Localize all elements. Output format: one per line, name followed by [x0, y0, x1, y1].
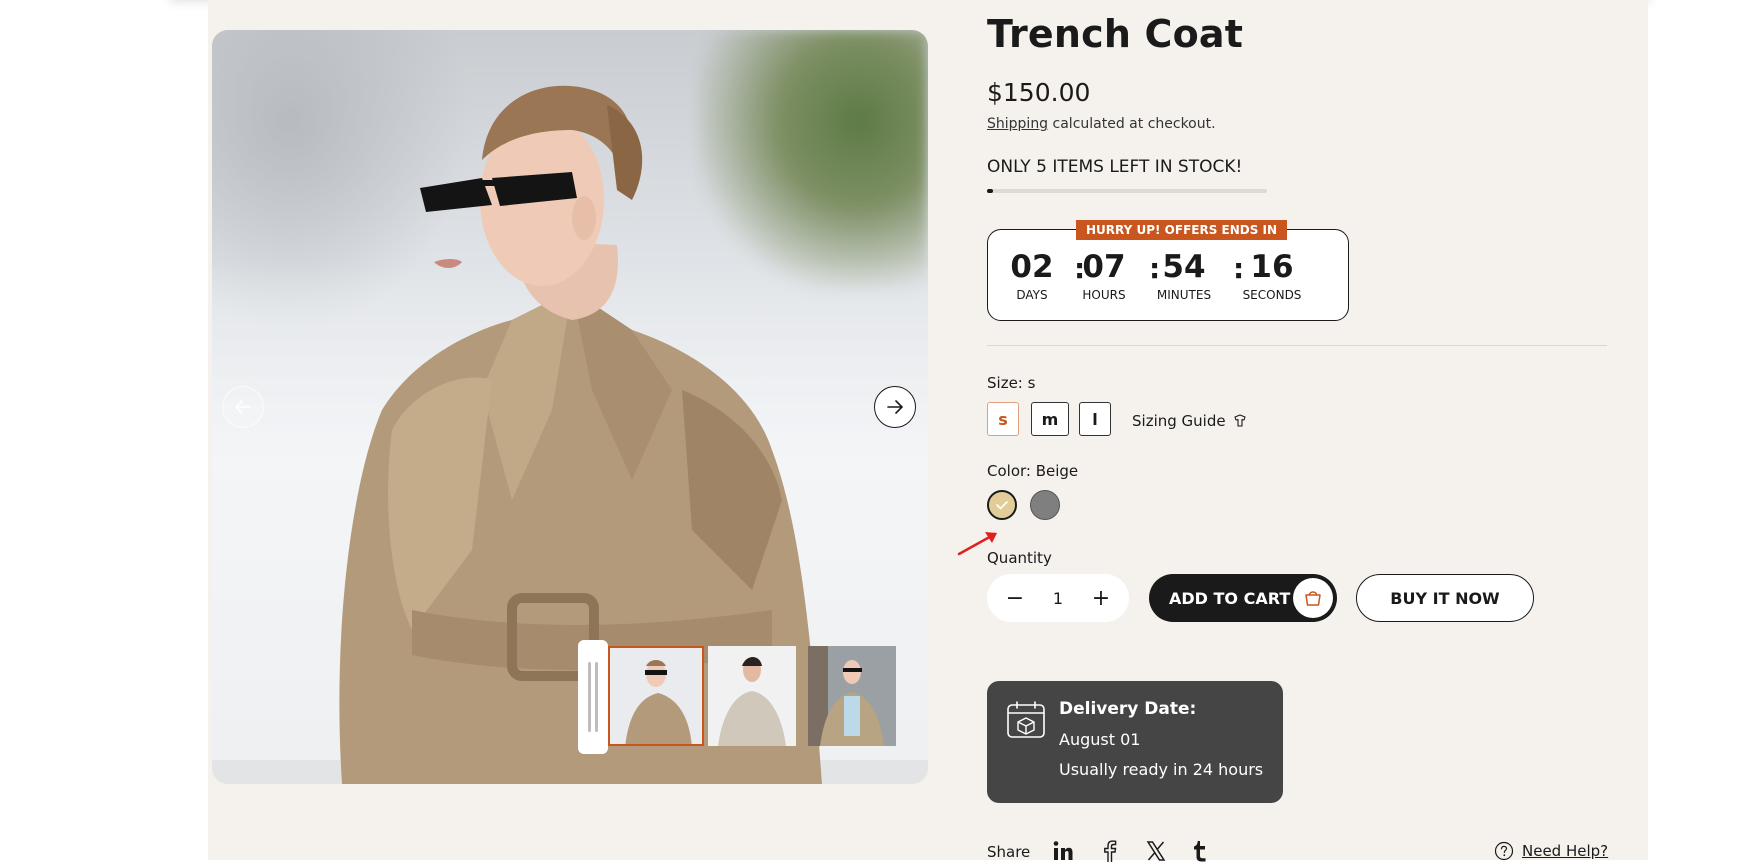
- shipping-link[interactable]: Shipping: [987, 116, 1048, 132]
- color-swatch-gray[interactable]: [1030, 490, 1060, 520]
- share-label: Share: [987, 843, 1031, 861]
- shipping-note: Shipping calculated at checkout.: [987, 116, 1216, 132]
- delivery-title: Delivery Date:: [1059, 699, 1197, 719]
- delivery-note: Usually ready in 24 hours: [1059, 760, 1264, 779]
- delivery-info-card: Delivery Date: August 01 Usually ready i…: [987, 681, 1283, 803]
- delivery-date: August 01: [1059, 730, 1141, 749]
- tumblr-icon[interactable]: [1189, 838, 1213, 864]
- check-icon: [996, 501, 1008, 510]
- hanger-icon: [1234, 414, 1246, 427]
- thumbnail-scroll-handle[interactable]: [578, 640, 608, 754]
- color-label: Color: Beige: [987, 462, 1079, 480]
- product-title: Trench Coat: [987, 12, 1244, 56]
- thumbnail-2[interactable]: [708, 646, 796, 746]
- shipping-note-text: calculated at checkout.: [1052, 116, 1216, 132]
- thumbnail-3[interactable]: [808, 646, 896, 746]
- need-help-link[interactable]: Need Help?: [1494, 841, 1608, 861]
- linkedin-icon[interactable]: [1050, 838, 1076, 864]
- quantity-decrease-button[interactable]: −: [1003, 586, 1027, 611]
- countdown-seconds: 16 SECONDS: [1242, 249, 1302, 302]
- quantity-label: Quantity: [987, 549, 1052, 567]
- size-option-s[interactable]: s: [987, 402, 1019, 436]
- color-swatch-beige[interactable]: [987, 490, 1017, 520]
- section-divider: [987, 345, 1607, 346]
- countdown-days: 02 DAYS: [1010, 249, 1054, 302]
- countdown-timer: HURRY UP! OFFERS ENDS IN 02 DAYS : 07 HO…: [987, 220, 1349, 321]
- stock-progress-fill: [987, 189, 993, 193]
- thumbnail-1[interactable]: [608, 646, 704, 746]
- quantity-stepper: − 1 +: [987, 574, 1129, 622]
- facebook-icon[interactable]: [1096, 838, 1122, 864]
- quantity-value[interactable]: 1: [1053, 589, 1063, 608]
- thumbnail-strip: [578, 638, 898, 756]
- arrow-left-icon: [234, 400, 251, 414]
- buy-it-now-button[interactable]: BUY IT NOW: [1356, 574, 1534, 622]
- countdown-hours: 07 HOURS: [1082, 249, 1126, 302]
- question-circle-icon: [1494, 841, 1514, 861]
- quantity-increase-button[interactable]: +: [1089, 586, 1113, 611]
- gallery-prev-button[interactable]: [222, 386, 264, 428]
- arrow-right-icon: [887, 400, 904, 414]
- countdown-banner: HURRY UP! OFFERS ENDS IN: [1076, 220, 1288, 240]
- size-label: Size: s: [987, 374, 1036, 392]
- stock-progress-bar: [987, 189, 1267, 193]
- product-price: $150.00: [987, 78, 1091, 107]
- size-option-m[interactable]: m: [1031, 402, 1069, 436]
- need-help-label: Need Help?: [1522, 842, 1609, 860]
- shopping-bag-icon: [1293, 578, 1333, 618]
- stock-message: ONLY 5 ITEMS LEFT IN STOCK!: [987, 157, 1243, 177]
- countdown-minutes: 54 MINUTES: [1156, 249, 1212, 302]
- add-to-cart-button[interactable]: ADD TO CART: [1149, 574, 1337, 622]
- size-option-l[interactable]: l: [1079, 402, 1111, 436]
- delivery-box-icon: [1007, 701, 1045, 738]
- gallery-next-button[interactable]: [874, 386, 916, 428]
- sizing-guide-label: Sizing Guide: [1132, 412, 1226, 430]
- x-icon[interactable]: [1143, 838, 1169, 864]
- sizing-guide-link[interactable]: Sizing Guide: [1132, 412, 1248, 430]
- add-to-cart-label: ADD TO CART: [1169, 588, 1291, 608]
